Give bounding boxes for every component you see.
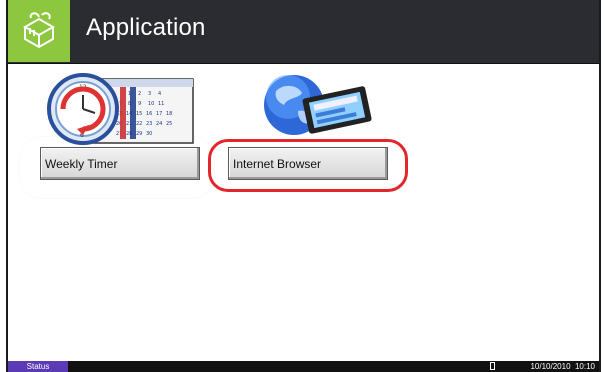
memory-card-icon bbox=[490, 362, 495, 370]
weekly-timer-icon: 1234 7891011 131415161718 202122232425 2… bbox=[47, 73, 194, 145]
weekly-timer-label: Weekly Timer bbox=[45, 156, 118, 171]
internet-browser-tile[interactable]: Internet Browser bbox=[223, 73, 398, 180]
svg-text:15: 15 bbox=[136, 111, 142, 117]
application-box-icon bbox=[8, 0, 70, 62]
svg-text:22: 22 bbox=[136, 121, 142, 127]
svg-text:24: 24 bbox=[156, 121, 162, 127]
internet-browser-icon bbox=[264, 75, 372, 135]
svg-text:30: 30 bbox=[146, 131, 152, 137]
svg-text:11: 11 bbox=[158, 101, 164, 107]
svg-text:4: 4 bbox=[158, 91, 161, 97]
svg-text:17: 17 bbox=[156, 111, 162, 117]
status-datetime: 10/10/2010 10:10 bbox=[530, 362, 595, 371]
internet-browser-button[interactable]: Internet Browser bbox=[228, 147, 388, 180]
weekly-timer-tile[interactable]: 1234 7891011 131415161718 202122232425 2… bbox=[33, 73, 208, 180]
svg-text:23: 23 bbox=[146, 121, 152, 127]
svg-text:18: 18 bbox=[166, 111, 172, 117]
svg-text:16: 16 bbox=[146, 111, 152, 117]
status-label: Status bbox=[26, 362, 50, 371]
internet-browser-label: Internet Browser bbox=[233, 156, 322, 171]
svg-text:2: 2 bbox=[138, 91, 141, 97]
weekly-timer-button[interactable]: Weekly Timer bbox=[40, 147, 200, 180]
svg-text:10: 10 bbox=[148, 101, 154, 107]
svg-text:29: 29 bbox=[136, 131, 142, 137]
status-bar: Status 10/10/2010 10:10 bbox=[8, 361, 599, 372]
svg-text:3: 3 bbox=[148, 91, 151, 97]
page-title: Application bbox=[86, 14, 206, 41]
header-bar: Application bbox=[8, 0, 599, 64]
application-screen: Application 1234 7891011 131415161718 20… bbox=[6, 0, 601, 372]
status-button[interactable]: Status bbox=[8, 361, 68, 372]
svg-text:25: 25 bbox=[166, 121, 172, 127]
svg-text:9: 9 bbox=[138, 101, 141, 107]
